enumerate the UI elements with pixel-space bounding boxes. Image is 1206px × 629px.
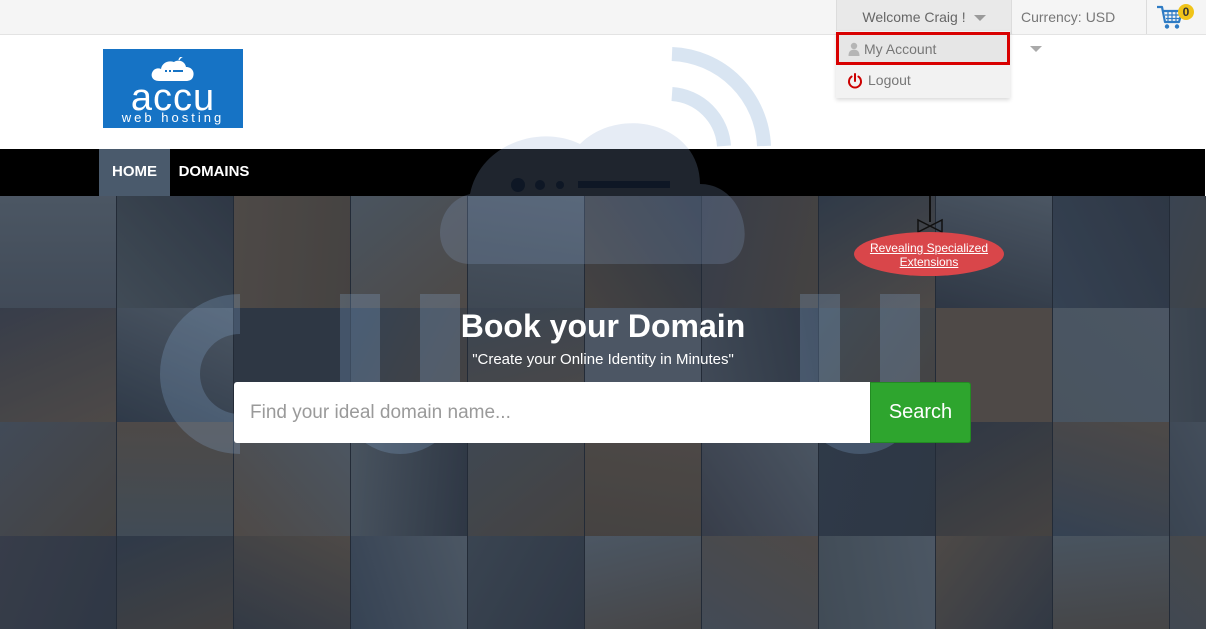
logo-tagline: web hosting xyxy=(121,110,225,125)
my-account-label: My Account xyxy=(864,41,937,57)
chevron-down-icon xyxy=(973,15,986,22)
user-icon xyxy=(848,42,860,56)
top-bar: Welcome Craig ! Currency: USD 0 xyxy=(0,0,1206,35)
domain-search-input[interactable] xyxy=(234,382,870,443)
welcome-menu-toggle[interactable]: Welcome Craig ! xyxy=(836,0,1012,34)
currency-selector[interactable]: Currency: USD xyxy=(1021,0,1115,34)
promo-tag-link[interactable]: Revealing Specialized Extensions xyxy=(854,232,1004,276)
cart-count-badge: 0 xyxy=(1178,4,1194,20)
power-icon xyxy=(848,73,862,89)
promo-text: Revealing Specialized Extensions xyxy=(869,241,989,269)
hero-subtitle: "Create your Online Identity in Minutes" xyxy=(472,351,734,368)
my-account-menu-item[interactable]: My Account xyxy=(836,32,1010,65)
currency-value: USD xyxy=(1085,9,1116,25)
logout-menu-item[interactable]: Logout xyxy=(836,65,1010,98)
nav-domains[interactable]: DOMAINS xyxy=(170,149,258,196)
account-dropdown: My Account Logout xyxy=(836,31,1010,98)
site-logo[interactable]: accu web hosting xyxy=(103,49,243,128)
welcome-text: Welcome Craig ! xyxy=(862,9,966,25)
currency-label: Currency: xyxy=(1021,9,1082,25)
search-button[interactable]: Search xyxy=(870,382,971,443)
hero-title: Book your Domain xyxy=(460,308,746,344)
chevron-down-icon xyxy=(1030,46,1042,52)
nav-home[interactable]: HOME xyxy=(99,149,170,196)
divider xyxy=(1146,0,1147,34)
logout-label: Logout xyxy=(868,72,911,88)
main-nav: HOME DOMAINS xyxy=(0,149,1205,196)
